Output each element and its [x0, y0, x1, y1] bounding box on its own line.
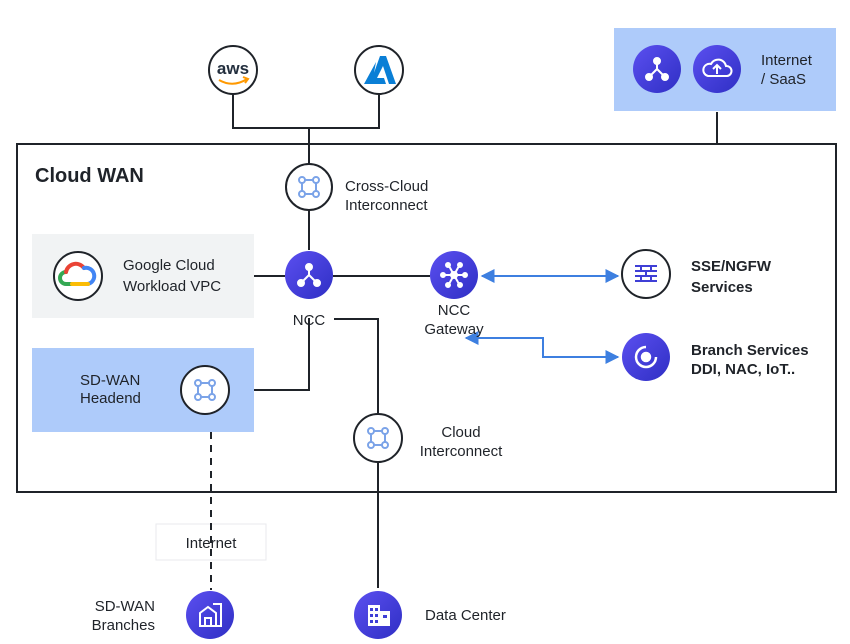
- ncc-label: NCC: [293, 312, 326, 329]
- cloud-wan-diagram: aws Internet / SaaS Cloud WAN Cross-Clou…: [16, 28, 837, 639]
- cloud-interconnect-label-2: Interconnect: [420, 443, 503, 460]
- sse-ngfw-label-2: Services: [691, 279, 753, 296]
- azure-node: [354, 45, 404, 95]
- sse-ngfw-label-1: SSE/NGFW: [691, 258, 772, 275]
- sdwan-headend-label-1: SD-WAN: [80, 372, 140, 389]
- internet-saas-label-1: Internet: [761, 52, 813, 69]
- sdwan-branches-label-1: SD-WAN: [95, 598, 155, 615]
- cross-cloud-label-2: Interconnect: [345, 197, 428, 214]
- internet-saas-label-2: / SaaS: [761, 71, 806, 88]
- ncc-gateway-label-2: Gateway: [424, 321, 484, 338]
- sdwan-headend-label-2: Headend: [80, 390, 141, 407]
- ncc-gateway-node: [430, 251, 478, 299]
- internet-hub-node: [633, 45, 681, 93]
- cloud-interconnect-label-1: Cloud: [441, 424, 480, 441]
- aws-icon: aws: [217, 59, 249, 78]
- google-cloud-node: [53, 251, 103, 301]
- internet-cloud-node: [693, 45, 741, 93]
- service-arrows: [464, 269, 620, 364]
- cloud-interconnect-node: [353, 413, 403, 463]
- branch-services-label-2: DDI, NAC, IoT..: [691, 361, 795, 378]
- data-center-label: Data Center: [425, 607, 506, 624]
- internet-label: Internet: [186, 535, 238, 552]
- diagram-title: Cloud WAN: [35, 165, 144, 187]
- ncc-gateway-label-1: NCC: [438, 302, 471, 319]
- branch-services-node: [622, 333, 670, 381]
- sdwan-branches-node: [186, 591, 234, 639]
- data-center-node: [354, 591, 402, 639]
- sdwan-headend-node: [180, 365, 230, 415]
- ncc-node: [285, 251, 333, 299]
- google-cloud-label-1: Google Cloud: [123, 257, 215, 274]
- branch-services-label-1: Branch Services: [691, 342, 809, 359]
- google-cloud-label-2: Workload VPC: [123, 278, 221, 295]
- cross-cloud-node: [285, 163, 333, 211]
- cross-cloud-label-1: Cross-Cloud: [345, 178, 428, 195]
- sse-ngfw-node: [621, 249, 671, 299]
- sdwan-branches-label-2: Branches: [92, 617, 155, 634]
- aws-node: aws: [208, 45, 258, 95]
